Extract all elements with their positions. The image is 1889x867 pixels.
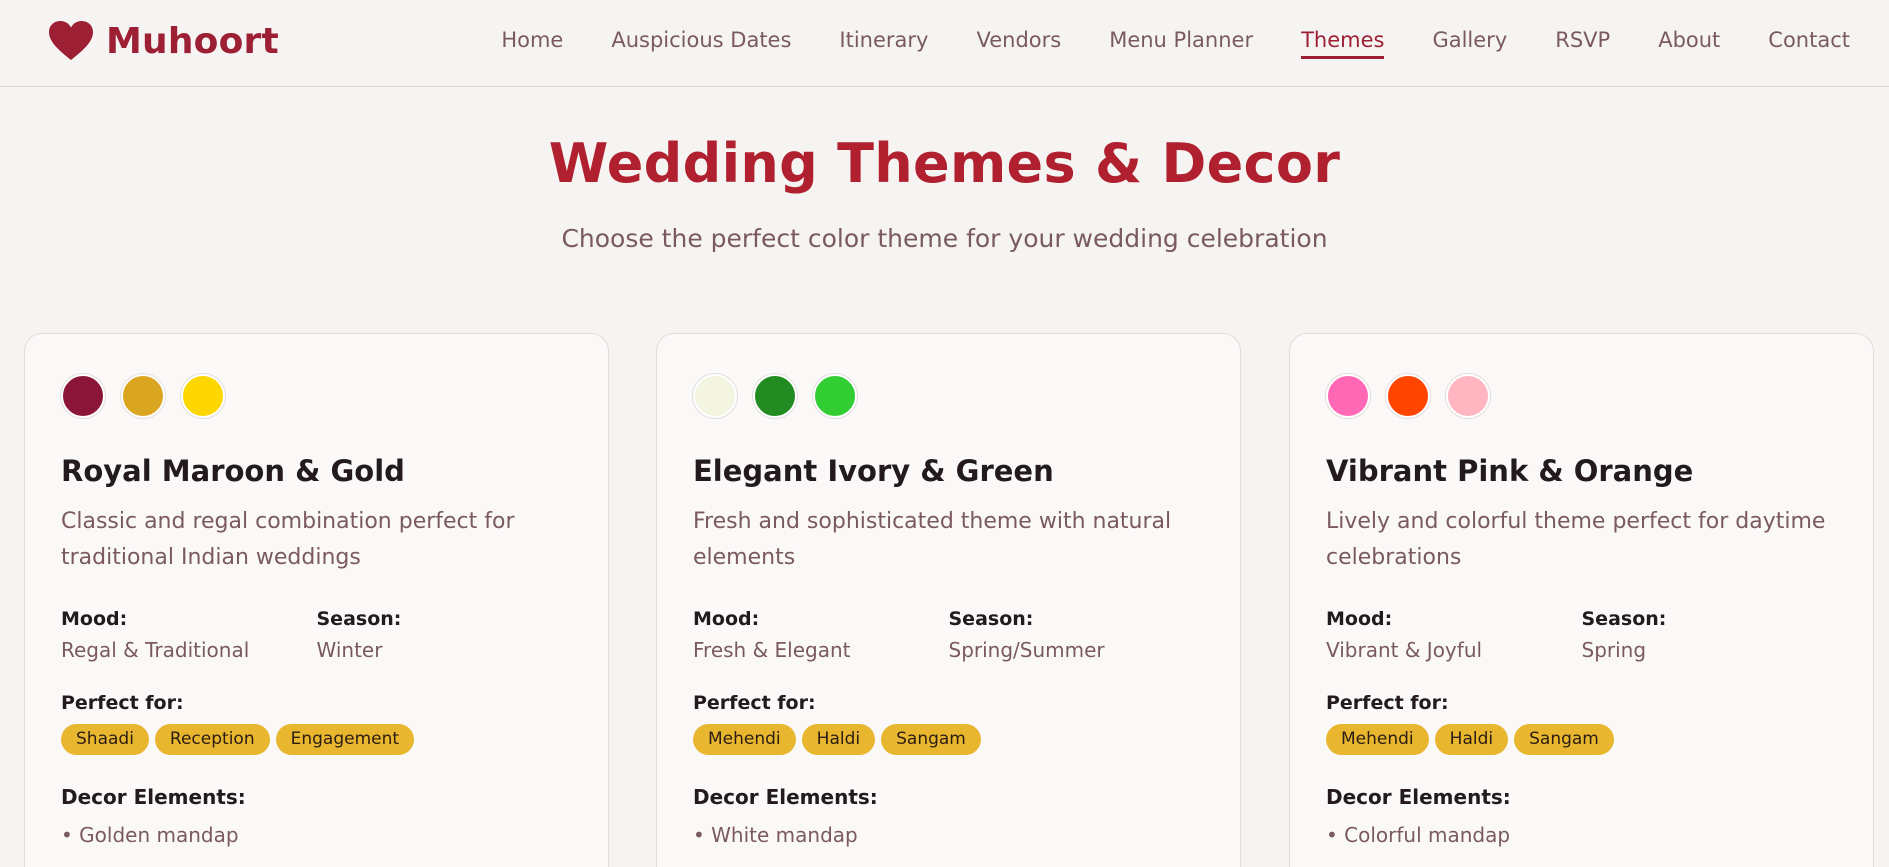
theme-card[interactable]: Royal Maroon & Gold Classic and regal com…: [24, 333, 609, 867]
theme-title: Vibrant Pink & Orange: [1326, 454, 1694, 488]
theme-description: Classic and regal combination perfect fo…: [61, 509, 515, 570]
brand-name: Muhoort: [106, 20, 279, 62]
event-tags: Mehendi Haldi Sangam: [1326, 724, 1837, 755]
season-label: Season:: [1581, 608, 1667, 630]
perfect-for-label: Perfect for:: [1326, 692, 1449, 714]
mood-label: Mood:: [1326, 608, 1393, 630]
event-tag: Mehendi: [693, 724, 796, 755]
color-swatch: [753, 374, 797, 418]
mood-value: Vibrant & Joyful: [1326, 638, 1483, 662]
event-tag: Reception: [154, 724, 270, 755]
season-block: Season: Spring: [1582, 608, 1838, 662]
page-title: Wedding Themes & Decor: [548, 132, 1341, 195]
nav-link-contact[interactable]: Contact: [1768, 22, 1850, 59]
color-swatch: [181, 374, 225, 418]
color-swatch: [1386, 374, 1430, 418]
perfect-for-label: Perfect for:: [61, 692, 184, 714]
brand-logo-link[interactable]: Muhoort: [48, 16, 279, 66]
season-value: Spring/Summer: [948, 638, 1105, 662]
color-swatch: [693, 374, 737, 418]
mood-value: Fresh & Elegant: [693, 638, 851, 662]
theme-meta: Mood: Regal & Traditional Season: Winter: [61, 608, 572, 662]
decor-item: • Golden mandap: [61, 823, 239, 847]
season-value: Spring: [1581, 638, 1647, 662]
event-tags: Shaadi Reception Engagement: [61, 724, 572, 755]
nav-link-itinerary[interactable]: Itinerary: [839, 22, 928, 59]
theme-card[interactable]: Vibrant Pink & Orange Lively and colorful…: [1289, 333, 1874, 867]
mood-block: Mood: Fresh & Elegant: [693, 608, 949, 662]
color-swatch: [1326, 374, 1370, 418]
decor-elements-label: Decor Elements:: [1326, 785, 1511, 809]
theme-card[interactable]: Elegant Ivory & Green Fresh and sophistic…: [656, 333, 1241, 867]
season-block: Season: Winter: [317, 608, 573, 662]
perfect-for-label: Perfect for:: [693, 692, 816, 714]
season-value: Winter: [316, 638, 383, 662]
page-subtitle: Choose the perfect color theme for your …: [561, 224, 1328, 253]
color-swatch: [121, 374, 165, 418]
nav-link-themes[interactable]: Themes: [1301, 22, 1385, 59]
mood-label: Mood:: [693, 608, 760, 630]
theme-meta: Mood: Vibrant & Joyful Season: Spring: [1326, 608, 1837, 662]
decor-item: • White mandap: [693, 823, 858, 847]
season-block: Season: Spring/Summer: [949, 608, 1205, 662]
heart-icon: [48, 20, 94, 62]
event-tag: Mehendi: [1326, 724, 1429, 755]
nav-link-gallery[interactable]: Gallery: [1432, 22, 1507, 59]
color-swatches: [61, 374, 572, 418]
theme-title: Royal Maroon & Gold: [61, 454, 405, 488]
season-label: Season:: [316, 608, 402, 630]
main-nav: Home Auspicious Dates Itinerary Vendors Menu…: [501, 0, 1850, 80]
nav-link-rsvp[interactable]: RSVP: [1555, 22, 1610, 59]
mood-label: Mood:: [61, 608, 128, 630]
color-swatch: [813, 374, 857, 418]
color-swatches: [1326, 374, 1837, 418]
top-navigation-bar: Muhoort Home Auspicious Dates Itinerary Ven…: [0, 0, 1889, 87]
decor-elements-label: Decor Elements:: [693, 785, 878, 809]
nav-link-vendors[interactable]: Vendors: [976, 22, 1061, 59]
mood-value: Regal & Traditional: [61, 638, 250, 662]
nav-link-menu-planner[interactable]: Menu Planner: [1109, 22, 1253, 59]
event-tags: Mehendi Haldi Sangam: [693, 724, 1204, 755]
event-tag: Engagement: [275, 724, 415, 755]
theme-description: Fresh and sophisticated theme with natur…: [693, 509, 1172, 570]
event-tag: Sangam: [1514, 724, 1614, 755]
event-tag: Haldi: [1434, 724, 1509, 755]
color-swatches: [693, 374, 1204, 418]
mood-block: Mood: Regal & Traditional: [61, 608, 317, 662]
theme-meta: Mood: Fresh & Elegant Season: Spring/Summer: [693, 608, 1204, 662]
theme-title: Elegant Ivory & Green: [693, 454, 1054, 488]
color-swatch: [61, 374, 105, 418]
mood-block: Mood: Vibrant & Joyful: [1326, 608, 1582, 662]
season-label: Season:: [948, 608, 1034, 630]
nav-link-about[interactable]: About: [1658, 22, 1720, 59]
theme-description: Lively and colorful theme perfect for da…: [1326, 509, 1826, 570]
event-tag: Sangam: [881, 724, 981, 755]
nav-link-home[interactable]: Home: [501, 22, 563, 59]
decor-elements-label: Decor Elements:: [61, 785, 246, 809]
nav-link-auspicious-dates[interactable]: Auspicious Dates: [611, 22, 791, 59]
color-swatch: [1446, 374, 1490, 418]
decor-item: • Colorful mandap: [1326, 823, 1511, 847]
event-tag: Haldi: [801, 724, 876, 755]
event-tag: Shaadi: [61, 724, 149, 755]
